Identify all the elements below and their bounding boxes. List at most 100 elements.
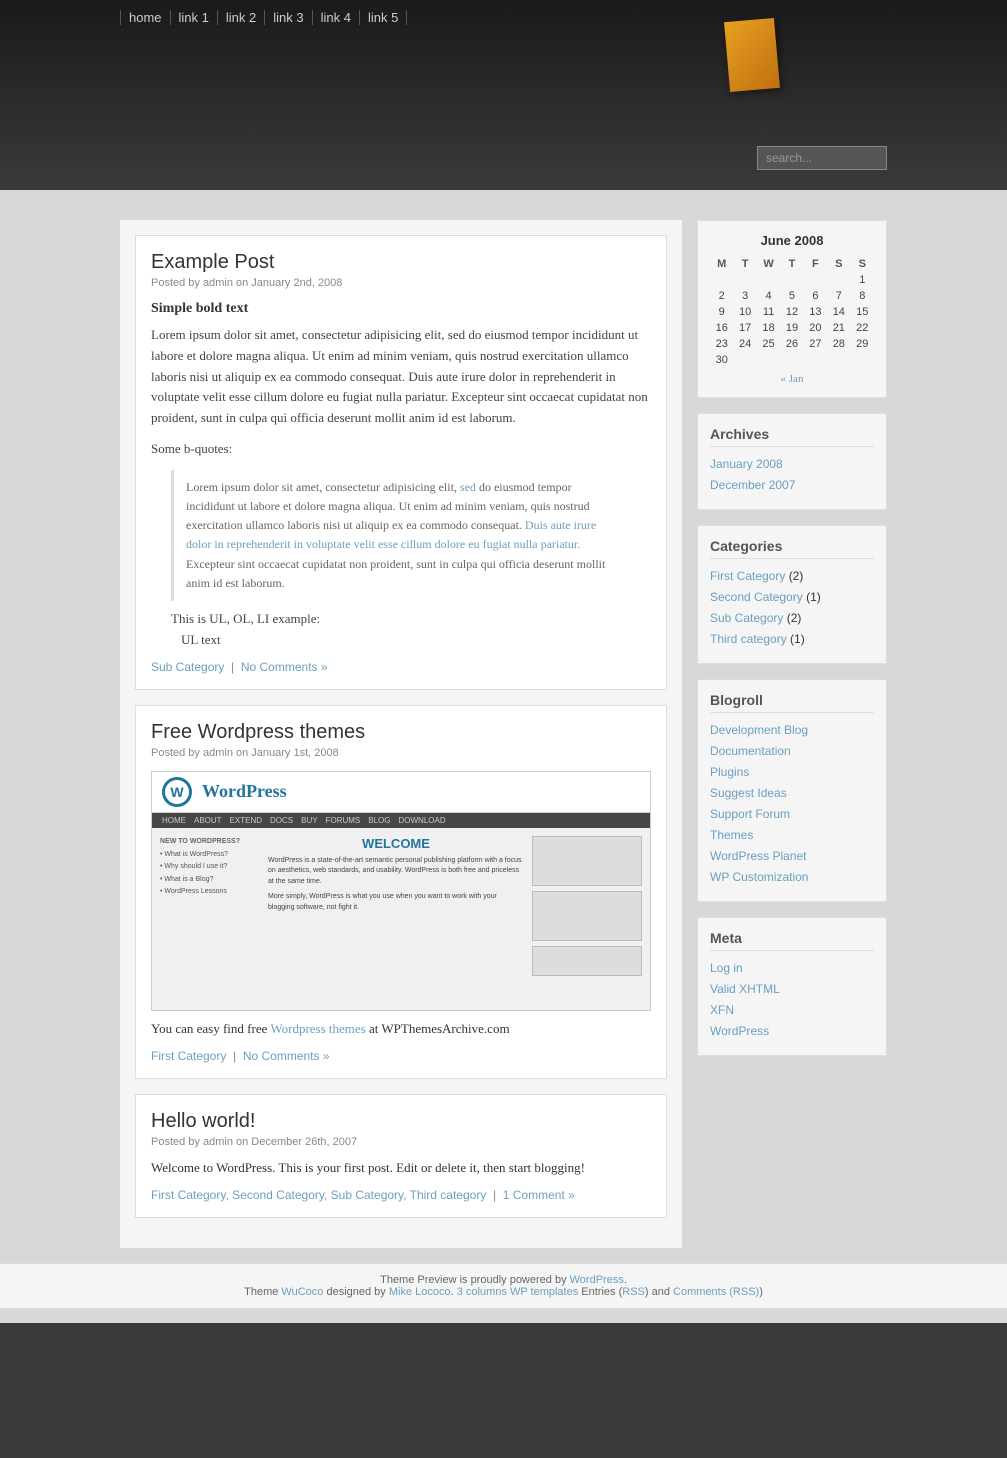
- cal-week-5: 23 24 25 26 27 28 29: [710, 336, 874, 352]
- blockquote-link2[interactable]: Duis aute irure dolor in reprehenderit i…: [186, 518, 596, 551]
- categories-title: Categories: [710, 538, 874, 559]
- post-cat-link-3d[interactable]: Third category: [410, 1188, 487, 1202]
- blogroll-link-themes[interactable]: Themes: [710, 828, 753, 842]
- cal-header-s2: S: [851, 256, 874, 272]
- calendar-table: M T W T F S S: [710, 256, 874, 368]
- nav-link3[interactable]: link 3: [265, 10, 312, 25]
- category-item-first: First Category (2): [710, 567, 874, 585]
- blogroll-item-dev: Development Blog: [710, 721, 874, 739]
- archive-link-dec[interactable]: December 2007: [710, 478, 795, 492]
- post-cat-link-3a[interactable]: First Category: [151, 1188, 225, 1202]
- nav-link5[interactable]: link 5: [360, 10, 407, 25]
- main-content: Example Post Posted by admin on January …: [120, 220, 682, 1248]
- cal-prev-link[interactable]: « Jan: [781, 373, 804, 385]
- list-label: This is UL, OL, LI example:: [171, 611, 320, 626]
- category-count-first: (2): [789, 569, 804, 583]
- footer-theme-link[interactable]: WuCoco: [281, 1286, 323, 1298]
- category-count-sub: (2): [787, 611, 802, 625]
- category-count-third: (1): [790, 632, 805, 646]
- archive-item-jan: January 2008: [710, 455, 874, 473]
- nav-bar: home link 1 link 2 link 3 link 4 link 5: [0, 0, 1007, 25]
- blogroll-link-docs[interactable]: Documentation: [710, 744, 791, 758]
- list-section: This is UL, OL, LI example: UL text: [171, 611, 651, 648]
- post-body: Lorem ipsum dolor sit amet, consectetur …: [151, 325, 651, 429]
- category-item-second: Second Category (1): [710, 588, 874, 606]
- category-link-sub[interactable]: Sub Category: [710, 611, 783, 625]
- post-content: Simple bold text Lorem ipsum dolor sit a…: [151, 301, 651, 648]
- meta-link-xhtml[interactable]: Valid XHTML: [710, 982, 780, 996]
- category-link-first[interactable]: First Category: [710, 569, 785, 583]
- wordpress-mockup: W WordPress HOME ABOUT EXTEND DOCS BUY F…: [152, 772, 650, 1010]
- blogroll-item-planet: WordPress Planet: [710, 847, 874, 865]
- post-example: Example Post Posted by admin on January …: [135, 235, 667, 690]
- nav-link4[interactable]: link 4: [313, 10, 360, 25]
- nav-home[interactable]: home: [120, 10, 171, 25]
- footer-wp-link[interactable]: WordPress: [570, 1274, 624, 1286]
- blogroll-item-docs: Documentation: [710, 742, 874, 760]
- ul-item: UL text: [181, 632, 651, 648]
- post-meta: Posted by admin on January 2nd, 2008: [151, 277, 651, 289]
- cal-week-4: 16 17 18 19 20 21 22: [710, 320, 874, 336]
- post-cat-link-3b[interactable]: Second Category: [232, 1188, 324, 1202]
- blogroll-link-support[interactable]: Support Forum: [710, 807, 790, 821]
- post-comments-link[interactable]: No Comments »: [241, 660, 328, 674]
- meta-link-xfn[interactable]: XFN: [710, 1003, 734, 1017]
- category-item-third: Third category (1): [710, 630, 874, 648]
- meta-link-wordpress[interactable]: WordPress: [710, 1024, 769, 1038]
- archives-list: January 2008 December 2007: [710, 455, 874, 494]
- category-count-second: (1): [806, 590, 821, 604]
- cal-header-t1: T: [733, 256, 756, 272]
- wp-body: NEW TO WORDPRESS? • What is WordPress? •…: [152, 828, 650, 1011]
- blogroll-link-plugins[interactable]: Plugins: [710, 765, 749, 779]
- category-link-third[interactable]: Third category: [710, 632, 787, 646]
- post-footer-3: First Category, Second Category, Sub Cat…: [151, 1188, 651, 1202]
- search-input[interactable]: [757, 146, 887, 170]
- post-cat-link-2[interactable]: First Category: [151, 1049, 226, 1063]
- blogroll-list: Development Blog Documentation Plugins S…: [710, 721, 874, 886]
- meta-item-xfn: XFN: [710, 1001, 874, 1019]
- meta-item-wordpress: WordPress: [710, 1022, 874, 1040]
- nav-link2[interactable]: link 2: [218, 10, 265, 25]
- post-title: Example Post: [151, 251, 651, 274]
- header: home link 1 link 2 link 3 link 4 link 5: [0, 0, 1007, 190]
- meta-list: Log in Valid XHTML XFN WordPress: [710, 959, 874, 1040]
- cal-week-3: 9 10 11 12 13 14 15: [710, 304, 874, 320]
- footer-line2: Theme WuCoco designed by Mike Lococo. 3 …: [120, 1286, 887, 1298]
- blogroll-item-support: Support Forum: [710, 805, 874, 823]
- post-bold-heading: Simple bold text: [151, 301, 651, 317]
- footer-rss1-link[interactable]: RSS: [622, 1286, 645, 1298]
- post-comments-link-3[interactable]: 1 Comment »: [503, 1188, 575, 1202]
- blogroll-link-wpcustom[interactable]: WP Customization: [710, 870, 808, 884]
- post-title-3: Hello world!: [151, 1110, 651, 1133]
- post-hello-world: Hello world! Posted by admin on December…: [135, 1094, 667, 1218]
- calendar-title: June 2008: [710, 233, 874, 248]
- wp-main: WELCOME WordPress is a state-of-the-art …: [268, 836, 524, 1003]
- post-body-3: Welcome to WordPress. This is your first…: [151, 1160, 651, 1176]
- blockquote-link[interactable]: sed: [460, 480, 476, 494]
- meta-item-xhtml: Valid XHTML: [710, 980, 874, 998]
- meta-link-login[interactable]: Log in: [710, 961, 743, 975]
- blogroll-link-planet[interactable]: WordPress Planet: [710, 849, 807, 863]
- sidebar: June 2008 M T W T F S S: [697, 220, 887, 1071]
- post-comments-link-2[interactable]: No Comments »: [243, 1049, 330, 1063]
- category-link-second[interactable]: Second Category: [710, 590, 803, 604]
- cal-week-6: 30: [710, 352, 874, 368]
- wordpress-themes-link[interactable]: Wordpress themes: [270, 1021, 365, 1036]
- calendar-widget: June 2008 M T W T F S S: [697, 220, 887, 398]
- blogroll-title: Blogroll: [710, 692, 874, 713]
- blogroll-link-dev[interactable]: Development Blog: [710, 723, 808, 737]
- post-cat-link-3c[interactable]: Sub Category: [331, 1188, 404, 1202]
- nav-link1[interactable]: link 1: [171, 10, 218, 25]
- blogroll-widget: Blogroll Development Blog Documentation …: [697, 679, 887, 902]
- wp-logo-text: WordPress: [202, 781, 287, 802]
- calendar-nav: « Jan: [710, 373, 874, 385]
- post-category-link[interactable]: Sub Category: [151, 660, 224, 674]
- blogroll-link-suggest[interactable]: Suggest Ideas: [710, 786, 787, 800]
- footer-rss2-link[interactable]: Comments (RSS): [673, 1286, 759, 1298]
- search-area: [757, 146, 887, 170]
- post-title-2: Free Wordpress themes: [151, 721, 651, 744]
- footer-author-link[interactable]: Mike Lococo: [389, 1286, 451, 1298]
- archive-item-dec: December 2007: [710, 476, 874, 494]
- archive-link-jan[interactable]: January 2008: [710, 457, 783, 471]
- footer-3col-link[interactable]: 3 columns WP templates: [457, 1286, 578, 1298]
